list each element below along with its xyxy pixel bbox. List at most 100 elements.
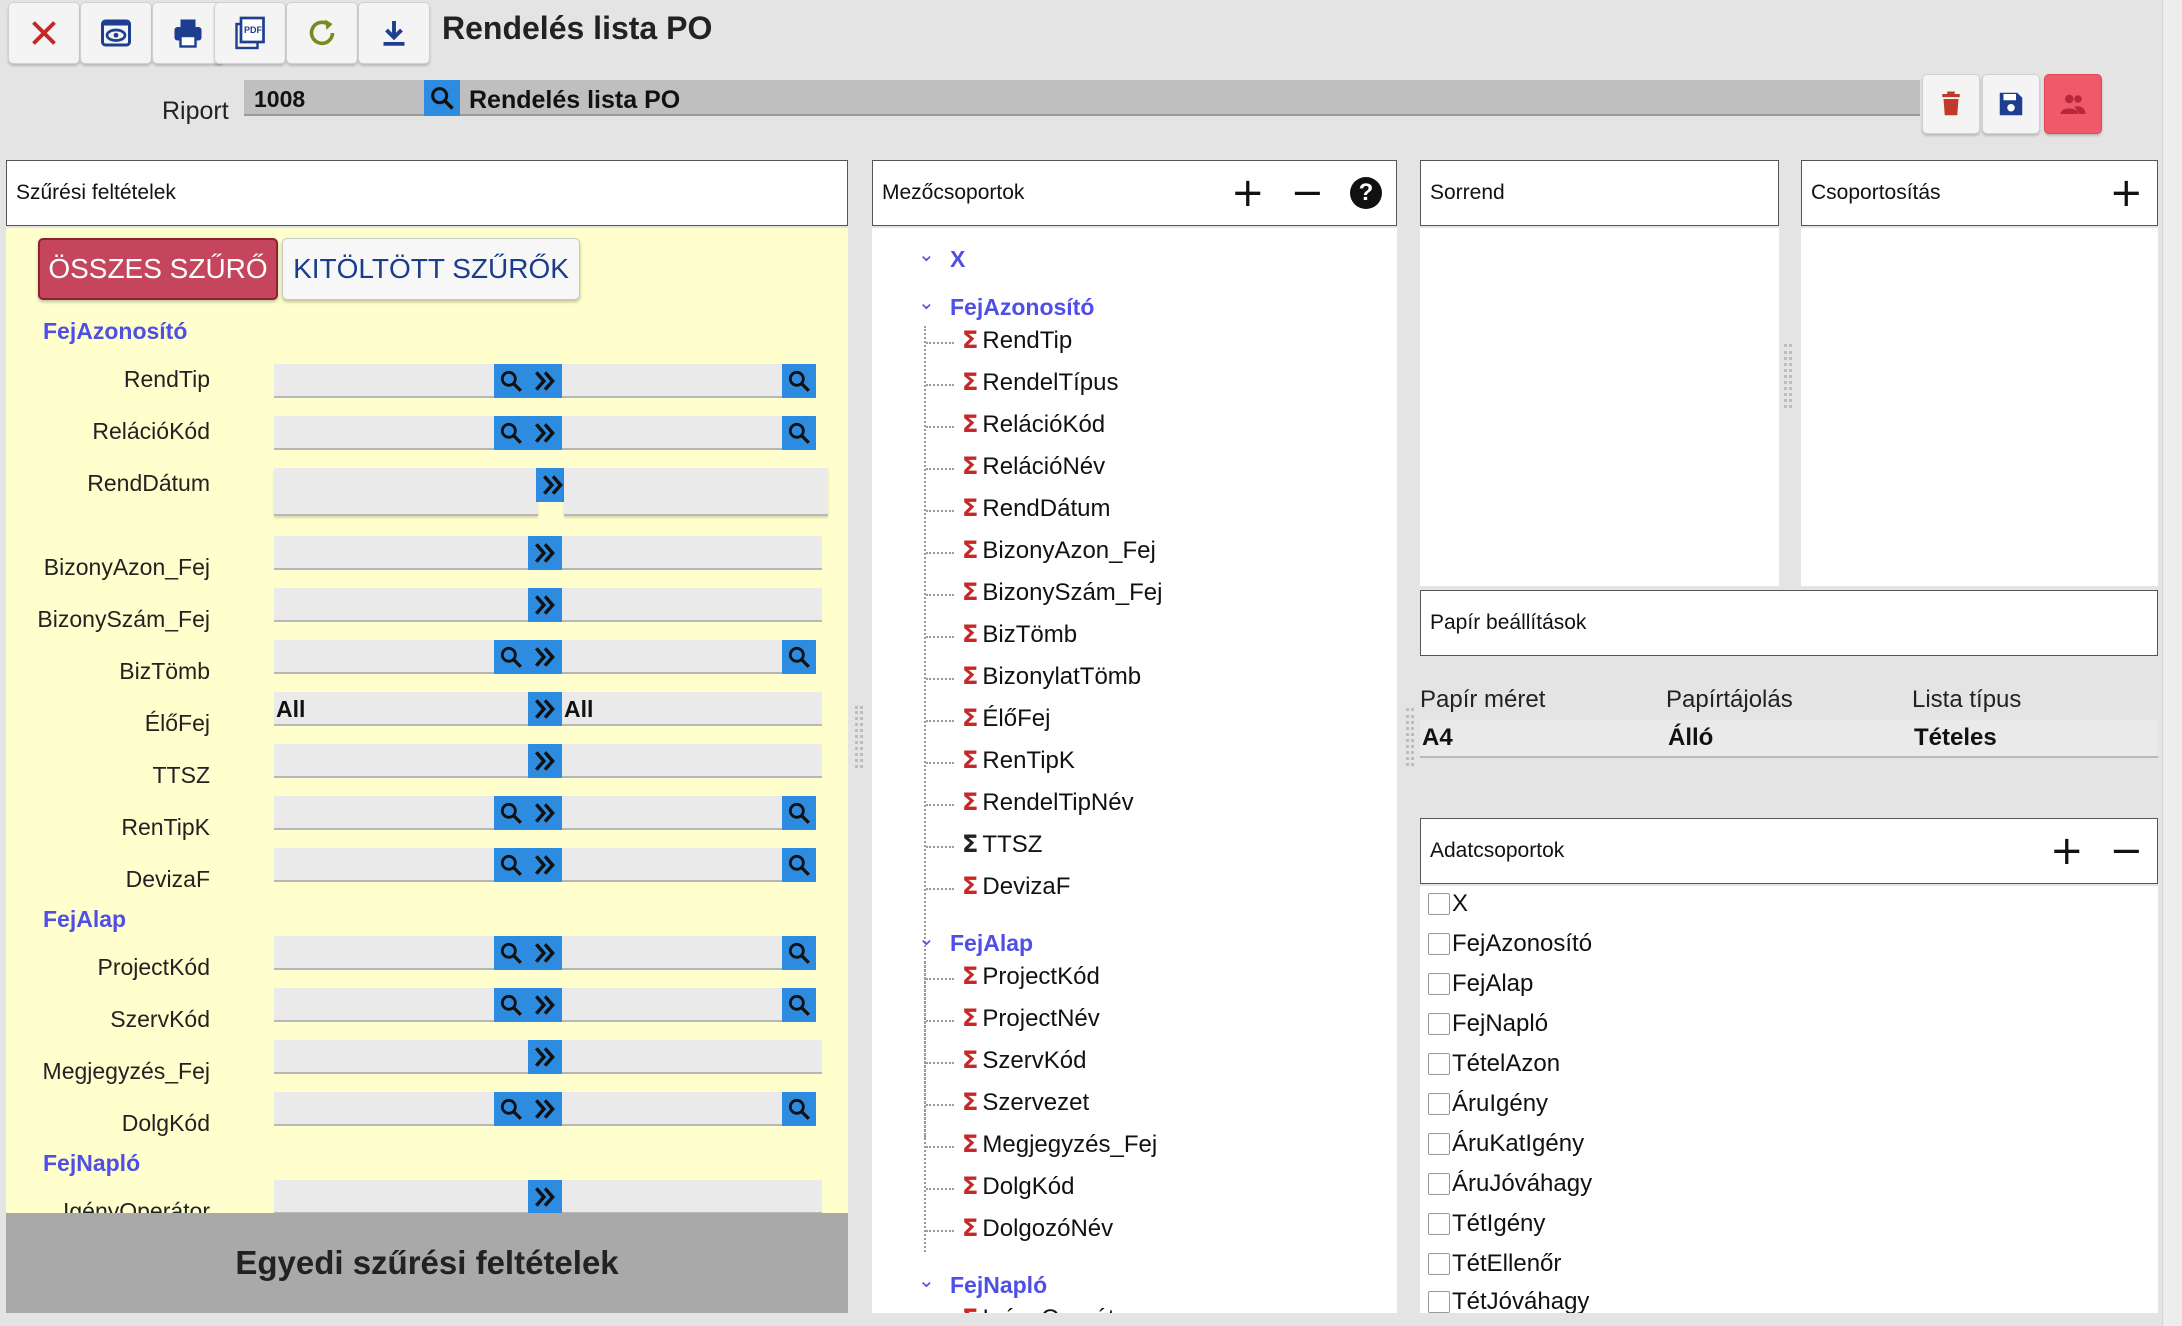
add-fieldgroup-icon[interactable]: +: [1231, 173, 1265, 213]
filter-szervkod-search-button[interactable]: [494, 988, 528, 1022]
help-icon[interactable]: ?: [1350, 177, 1382, 209]
checkbox[interactable]: [1428, 1213, 1450, 1235]
tree-group-fejazonosito[interactable]: FejAzonosító: [950, 294, 1094, 321]
datagroup-item[interactable]: TétJóváhagy: [1428, 1290, 1589, 1313]
paper-size-select[interactable]: A4: [1420, 720, 1666, 758]
custom-filter-button[interactable]: Egyedi szűrési feltételek: [6, 1213, 848, 1313]
all-filters-button[interactable]: ÖSSZES SZŰRŐ: [38, 238, 278, 300]
filter-elofej-copy-button[interactable]: [528, 692, 562, 726]
filter-rentipk-search-button[interactable]: [494, 796, 528, 830]
datagroup-item[interactable]: ÁruIgény: [1428, 1090, 1548, 1118]
filter-renddatum-from[interactable]: [274, 468, 538, 516]
collapse-fejnaplo-icon[interactable]: ⌄: [918, 1268, 935, 1292]
filter-igenyoperator-to[interactable]: [562, 1180, 822, 1213]
riport-code[interactable]: 1008: [254, 86, 305, 113]
filter-rentipk-from[interactable]: [274, 796, 500, 830]
filter-szervkod-copy-button[interactable]: [528, 988, 562, 1022]
paper-resize-handle[interactable]: [1406, 708, 1414, 766]
checkbox[interactable]: [1428, 1133, 1450, 1155]
collapse-fejalap-icon[interactable]: ⌄: [918, 926, 935, 950]
order-resize-handle[interactable]: [1784, 344, 1792, 408]
datagroup-item[interactable]: TétIgény: [1428, 1210, 1545, 1238]
tree-item[interactable]: ΣIgényOperát: [962, 1304, 1115, 1313]
tree-item[interactable]: Σ RendTip: [962, 326, 1072, 355]
datagroup-item[interactable]: ÁruJóváhagy: [1428, 1170, 1592, 1198]
filter-devizaf-copy-button[interactable]: [528, 848, 562, 882]
filter-dolgkod-search-button[interactable]: [494, 1092, 528, 1126]
filter-relaciokod-to[interactable]: [562, 416, 788, 450]
filter-megjegyzes-copy-button[interactable]: [528, 1040, 562, 1074]
tree-item[interactable]: Σ RendDátum: [962, 494, 1110, 523]
filter-projectkod-from[interactable]: [274, 936, 500, 970]
tree-item[interactable]: Σ BizTömb: [962, 620, 1077, 649]
datagroup-item[interactable]: TétEllenőr: [1428, 1250, 1561, 1278]
filter-rendtip-to[interactable]: [562, 364, 788, 398]
tree-group-fejalap[interactable]: FejAlap: [950, 930, 1033, 957]
filter-projectkod-search-button[interactable]: [494, 936, 528, 970]
window-scrollbar[interactable]: [2162, 0, 2182, 1326]
checkbox[interactable]: [1428, 893, 1450, 915]
checkbox[interactable]: [1428, 1093, 1450, 1115]
tree-item[interactable]: Σ RenTipK: [962, 746, 1075, 775]
filter-szervkod-from[interactable]: [274, 988, 500, 1022]
filter-relaciokod-search-button[interactable]: [494, 416, 528, 450]
preview-button[interactable]: [80, 2, 152, 64]
tree-item[interactable]: Σ BizonySzám_Fej: [962, 578, 1162, 607]
collapse-fejazonosito-icon[interactable]: ⌄: [918, 290, 935, 314]
filter-relaciokod-to-search-button[interactable]: [782, 416, 816, 450]
filter-biztomb-from[interactable]: [274, 640, 500, 674]
tree-group-x[interactable]: X: [950, 246, 965, 273]
checkbox[interactable]: [1428, 1290, 1450, 1313]
filter-igenyoperator-copy-button[interactable]: [528, 1180, 562, 1213]
share-users-button[interactable]: [2044, 74, 2102, 134]
checkbox[interactable]: [1428, 1053, 1450, 1075]
checkbox[interactable]: [1428, 1013, 1450, 1035]
filter-bizonyszam-copy-button[interactable]: [528, 588, 562, 622]
filter-devizaf-to-search-button[interactable]: [782, 848, 816, 882]
tree-item[interactable]: Σ DevizaF: [962, 872, 1070, 901]
filter-dolgkod-to-search-button[interactable]: [782, 1092, 816, 1126]
tree-item[interactable]: Σ BizonyAzon_Fej: [962, 536, 1156, 565]
datagroup-item[interactable]: ÁruKatIgény: [1428, 1130, 1584, 1158]
filled-filters-button[interactable]: KITÖLTÖTT SZŰRŐK: [282, 238, 580, 300]
tree-group-fejnaplo[interactable]: FejNapló: [950, 1272, 1047, 1299]
checkbox[interactable]: [1428, 973, 1450, 995]
filter-rendtip-from[interactable]: [274, 364, 500, 398]
tree-item[interactable]: Σ BizonylatTömb: [962, 662, 1141, 691]
filter-elofej-to[interactable]: All: [562, 692, 822, 726]
filter-devizaf-to[interactable]: [562, 848, 788, 882]
filter-projectkod-to[interactable]: [562, 936, 788, 970]
filter-relaciokod-from[interactable]: [274, 416, 500, 450]
filter-igenyoperator-from[interactable]: [274, 1180, 530, 1213]
tree-item[interactable]: Σ RendelTipNév: [962, 788, 1134, 817]
checkbox[interactable]: [1428, 1173, 1450, 1195]
datagroup-item[interactable]: FejAzonosító: [1428, 930, 1592, 958]
filter-biztomb-to-search-button[interactable]: [782, 640, 816, 674]
filter-szervkod-to-search-button[interactable]: [782, 988, 816, 1022]
add-grouping-icon[interactable]: +: [2109, 173, 2143, 213]
tree-item[interactable]: Σ TTSZ: [962, 830, 1042, 859]
tree-item[interactable]: Σ RendelTípus: [962, 368, 1118, 397]
filter-devizaf-from[interactable]: [274, 848, 500, 882]
filter-bizonyszam-from[interactable]: [274, 588, 530, 622]
filter-resize-handle[interactable]: [855, 706, 863, 768]
tree-item[interactable]: Σ ÉlőFej: [962, 704, 1050, 733]
remove-datagroup-icon[interactable]: −: [2109, 831, 2143, 871]
filter-ttsz-to[interactable]: [562, 744, 822, 778]
checkbox[interactable]: [1428, 1253, 1450, 1275]
filter-dolgkod-from[interactable]: [274, 1092, 500, 1126]
filter-rentipk-copy-button[interactable]: [528, 796, 562, 830]
datagroup-item[interactable]: TételAzon: [1428, 1050, 1560, 1078]
filter-biztomb-copy-button[interactable]: [528, 640, 562, 674]
filter-renddatum-to[interactable]: [564, 468, 828, 516]
tree-item[interactable]: Σ Szervezet: [962, 1088, 1089, 1117]
refresh-button[interactable]: [286, 2, 358, 64]
tree-item[interactable]: Σ ProjectKód: [962, 962, 1100, 991]
tree-item[interactable]: Σ ProjectNév: [962, 1004, 1100, 1033]
tree-item[interactable]: Σ DolgozóNév: [962, 1214, 1113, 1243]
save-button[interactable]: [1982, 74, 2040, 134]
filter-rendtip-to-search-button[interactable]: [782, 364, 816, 398]
filter-biztomb-to[interactable]: [562, 640, 788, 674]
filter-rendtip-copy-button[interactable]: [528, 364, 562, 398]
tree-item[interactable]: Σ RelációNév: [962, 452, 1105, 481]
